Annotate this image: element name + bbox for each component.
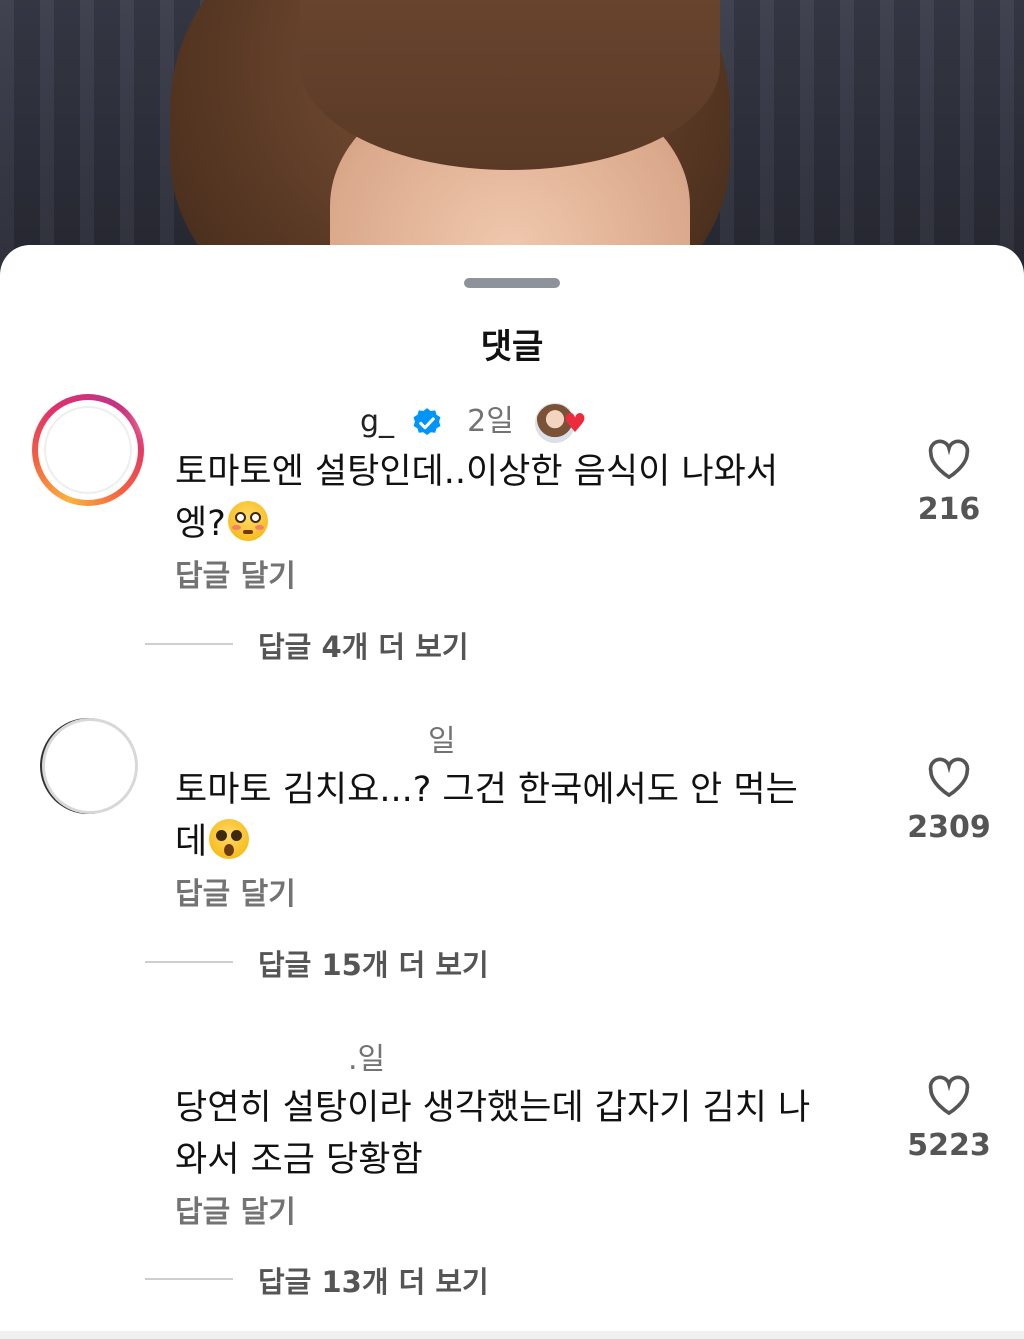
redaction <box>150 378 360 438</box>
heart-outline-icon[interactable] <box>926 1074 972 1116</box>
replies-divider <box>145 643 233 645</box>
like-control[interactable]: 5223 <box>889 1074 1009 1163</box>
comment-time: 일 <box>428 724 456 759</box>
like-count: 5223 <box>907 1128 991 1163</box>
view-replies-button[interactable]: 답글 15개 더 보기 <box>258 942 489 984</box>
view-replies-button[interactable]: 답글 4개 더 보기 <box>258 624 469 666</box>
comment-text: 토마토엔 설탕인데..이상한 음식이 나와서 엥? <box>175 446 815 550</box>
heart-outline-icon[interactable] <box>926 756 972 798</box>
verified-badge-icon <box>413 407 441 435</box>
commenter-avatar[interactable] <box>42 718 138 814</box>
redaction <box>150 690 430 750</box>
like-control[interactable]: 216 <box>889 438 1009 527</box>
commenter-avatar[interactable] <box>32 394 144 506</box>
heart-icon: ♥ <box>563 408 587 439</box>
comment-username[interactable]: g_ <box>360 404 394 439</box>
comment-meta: .일 <box>348 1034 385 1078</box>
bottom-edge <box>0 1331 1024 1339</box>
sheet-grabber[interactable] <box>464 278 560 288</box>
view-replies-button[interactable]: 답글 13개 더 보기 <box>258 1259 489 1301</box>
author-liked-badge: ♥ <box>535 402 589 443</box>
flushed-face-emoji-icon <box>227 501 268 541</box>
astonished-face-emoji-icon <box>209 819 250 859</box>
reply-button[interactable]: 답글 달기 <box>175 1187 296 1231</box>
comment-text: 당연히 설탕이라 생각했는데 갑자기 김치 나와서 조금 당황함 <box>175 1088 811 1180</box>
replies-divider <box>145 961 233 963</box>
comment-meta: g_ 2일 ♥ <box>360 396 589 443</box>
reply-button[interactable]: 답글 달기 <box>175 551 296 595</box>
comment-meta: 일 <box>428 716 456 760</box>
comment-time: 2일 <box>467 404 514 439</box>
like-count: 2309 <box>907 810 991 845</box>
heart-outline-icon[interactable] <box>926 438 972 480</box>
like-count: 216 <box>917 492 981 527</box>
replies-divider <box>145 1278 233 1280</box>
comment-text-body: 토마토 김치요...? 그건 한국에서도 안 먹는데 <box>175 770 798 862</box>
comment-time: .일 <box>348 1042 386 1077</box>
reply-button[interactable]: 답글 달기 <box>175 869 296 913</box>
comment-text: 토마토 김치요...? 그건 한국에서도 안 먹는데 <box>175 764 825 868</box>
sheet-title: 댓글 <box>480 327 544 367</box>
like-control[interactable]: 2309 <box>889 756 1009 845</box>
